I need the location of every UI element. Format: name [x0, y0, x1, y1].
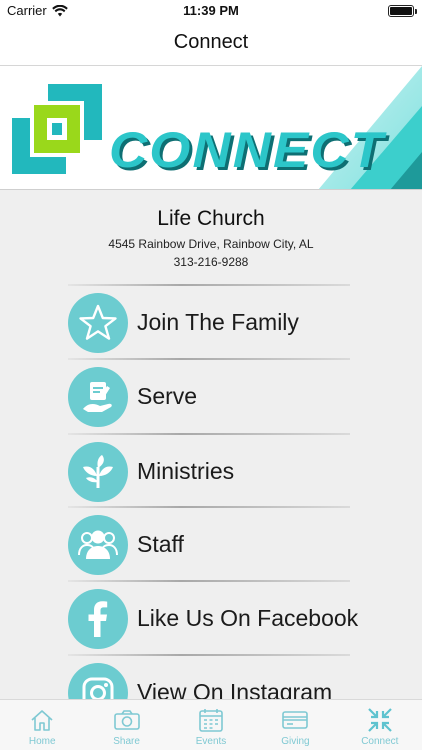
menu-item-join-the-family[interactable]: Join The Family: [68, 286, 350, 359]
church-address[interactable]: 4545 Rainbow Drive, Rainbow City, AL: [0, 237, 422, 251]
tab-share[interactable]: Share: [84, 700, 168, 750]
connect-banner: CONNECT CONNECT: [0, 66, 422, 190]
camera-icon: [112, 706, 142, 734]
church-name: Life Church: [157, 207, 265, 230]
menu-item-serve[interactable]: Serve: [68, 360, 350, 433]
connect-arrows-icon: [365, 706, 395, 734]
menu-item-view-on-instagram[interactable]: View On Instagram: [68, 656, 350, 699]
star-icon: [68, 292, 128, 353]
connect-banner-graphic: CONNECT CONNECT: [12, 66, 422, 189]
status-bar: Carrier 11:39 PM: [0, 0, 422, 22]
status-time: 11:39 PM: [183, 3, 239, 18]
menu-item-label: Like Us On Facebook: [137, 605, 359, 631]
menu-item-label: Join The Family: [137, 309, 299, 335]
tab-home[interactable]: Home: [0, 700, 84, 750]
menu-item-ministries[interactable]: Ministries: [68, 435, 350, 508]
facebook-icon: [68, 588, 128, 649]
tab-label: Home: [28, 736, 56, 747]
menu-item-label: Serve: [137, 383, 198, 409]
calendar-icon: [196, 706, 226, 734]
content-area: Life Church 4545 Rainbow Drive, Rainbow …: [0, 190, 422, 699]
menu-item-label: View On Instagram: [137, 679, 333, 699]
card-icon: [280, 706, 310, 734]
tab-label: Giving: [281, 736, 310, 747]
serve-hand-icon: [68, 366, 128, 427]
church-phone[interactable]: 313-216-9288: [0, 255, 422, 269]
instagram-icon: [68, 662, 128, 699]
home-icon: [27, 706, 57, 734]
menu-item-staff[interactable]: Staff: [68, 508, 350, 581]
tab-label: Share: [113, 736, 140, 747]
menu-item-like-us-on-facebook[interactable]: Like Us On Facebook: [68, 582, 358, 655]
tab-bar: Home Share Events Giving Connect: [0, 699, 422, 750]
tab-connect[interactable]: Connect: [338, 700, 422, 750]
navigation-bar: Connect: [0, 22, 422, 66]
page-title: Connect: [173, 31, 249, 53]
plant-icon: [68, 441, 128, 502]
banner-wordmark: CONNECT: [109, 122, 388, 178]
battery-icon: [388, 5, 417, 17]
tab-label: Events: [195, 736, 227, 747]
people-icon: [68, 514, 128, 575]
tab-events[interactable]: Events: [169, 700, 253, 750]
tab-label: Connect: [361, 736, 399, 747]
menu-item-label: Staff: [137, 531, 184, 557]
menu-item-label: Ministries: [137, 458, 235, 484]
tab-giving[interactable]: Giving: [253, 700, 337, 750]
